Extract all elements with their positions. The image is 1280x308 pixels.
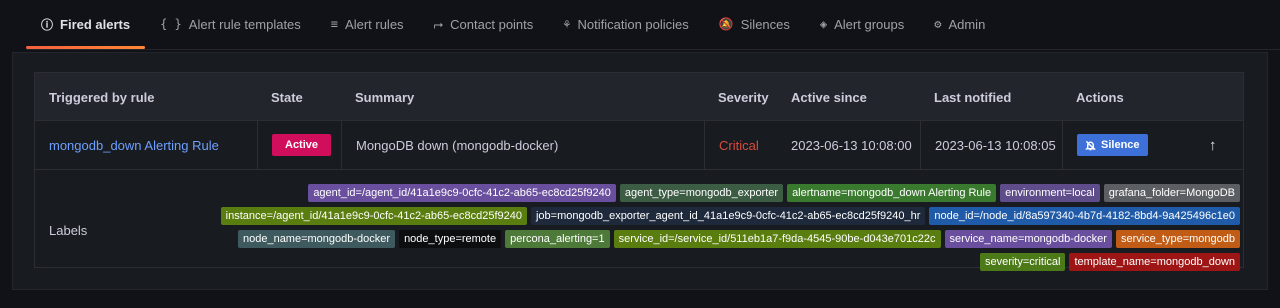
label-chip: service_name=mongodb-docker: [944, 230, 1112, 248]
tab-alert-rule-templates[interactable]: { } Alert rule templates: [145, 0, 316, 49]
tab-alert-groups[interactable]: ◈ Alert groups: [805, 0, 919, 49]
fired-alerts-panel: Triggered by rule State Summary Severity…: [12, 52, 1268, 290]
layers-icon: ◈: [819, 17, 828, 31]
active-since-text: 2023-06-13 10:08:00: [791, 137, 912, 153]
list-icon: ≡: [330, 17, 339, 31]
label-chip: grafana_folder=MongoDB: [1103, 184, 1240, 202]
label-chip: percona_alerting=1: [505, 230, 610, 248]
label-chip: environment=local: [1000, 184, 1100, 202]
tab-label: Fired alerts: [60, 16, 131, 32]
bell-slash-icon: [1085, 140, 1096, 150]
actions-cell: Silence ↑: [1062, 121, 1243, 169]
label-chip: service_type=mongodb: [1115, 230, 1240, 248]
label-chip: alertname=mongodb_down Alerting Rule: [787, 184, 997, 202]
state-badge: Active: [272, 134, 332, 156]
header-severity: Severity: [718, 90, 769, 105]
rule-cell: mongodb_down Alerting Rule: [49, 121, 219, 169]
labels-title: Labels: [49, 223, 88, 238]
bell-slash-icon: 🔕: [718, 17, 734, 31]
last-notified-text: 2023-06-13 10:08:05: [935, 137, 1056, 153]
header-actions: Actions: [1076, 90, 1124, 105]
info-circle-icon: ⓘ: [41, 17, 54, 32]
tab-label: Alert rules: [345, 16, 404, 32]
severity-cell: Critical: [704, 121, 759, 169]
contact-icon: ⮣: [433, 16, 444, 31]
tab-bar: ⓘ Fired alerts { } Alert rule templates ≡ Ale…: [26, 0, 1280, 50]
state-cell: Active: [257, 121, 341, 169]
label-chip: instance=/agent_id/41a1e9c9-0cfc-41c2-ab…: [220, 207, 527, 225]
tab-label: Alert rule templates: [188, 16, 301, 32]
header-active-since: Active since: [791, 90, 867, 105]
active-since-cell: 2023-06-13 10:08:00: [791, 121, 912, 169]
silence-button[interactable]: Silence: [1077, 134, 1148, 156]
last-notified-cell: 2023-06-13 10:08:05: [920, 121, 1056, 169]
label-chip: node_type=remote: [399, 230, 502, 248]
tab-label: Contact points: [450, 16, 534, 32]
label-chip: agent_id=/agent_id/41a1e9c9-0cfc-41c2-ab…: [308, 184, 616, 202]
header-triggered-by-rule: Triggered by rule: [49, 90, 155, 105]
labels-list: agent_id=/agent_id/41a1e9c9-0cfc-41c2-ab…: [150, 184, 1240, 271]
table-row: mongodb_down Alerting Rule Active MongoD…: [35, 121, 1243, 170]
tab-label: Admin: [948, 16, 986, 32]
summary-text: MongoDB down (mongodb-docker): [356, 137, 559, 153]
table-header: Triggered by rule State Summary Severity…: [35, 73, 1243, 121]
label-chip: severity=critical: [979, 253, 1066, 271]
tab-label: Notification policies: [577, 16, 689, 32]
header-state: State: [271, 90, 303, 105]
label-chip: agent_type=mongodb_exporter: [619, 184, 784, 202]
tab-silences[interactable]: 🔕 Silences: [704, 0, 805, 49]
tab-contact-points[interactable]: ⮣ Contact points: [419, 0, 549, 49]
label-chip: service_id=/service_id/511eb1a7-f9da-454…: [613, 230, 941, 248]
tab-label: Alert groups: [834, 16, 905, 32]
tab-label: Silences: [740, 16, 790, 32]
tab-alert-rules[interactable]: ≡ Alert rules: [316, 0, 419, 49]
tab-admin[interactable]: ⚙ Admin: [919, 0, 1000, 49]
alerts-table: Triggered by rule State Summary Severity…: [34, 72, 1244, 271]
rule-link[interactable]: mongodb_down Alerting Rule: [49, 138, 219, 153]
header-last-notified: Last notified: [934, 90, 1012, 105]
brackets-icon: { }: [160, 17, 182, 31]
header-summary: Summary: [355, 90, 415, 105]
label-chip: template_name=mongodb_down: [1069, 253, 1240, 271]
silence-button-label: Silence: [1101, 139, 1140, 151]
label-chip: job=mongodb_exporter_agent_id_41a1e9c9-0…: [530, 207, 926, 225]
sitemap-icon: ⚘: [563, 17, 571, 31]
severity-text: Critical: [719, 137, 759, 153]
arrow-up-icon[interactable]: ↑: [1209, 137, 1217, 154]
label-chip: node_id=/node_id/8a597340-4b7d-4182-8bd4…: [929, 207, 1240, 225]
tab-notification-policies[interactable]: ⚘ Notification policies: [548, 0, 704, 49]
tab-fired-alerts[interactable]: ⓘ Fired alerts: [26, 0, 146, 49]
cog-icon: ⚙: [934, 17, 942, 31]
summary-cell: MongoDB down (mongodb-docker): [341, 121, 558, 169]
label-chip: node_name=mongodb-docker: [237, 230, 396, 248]
